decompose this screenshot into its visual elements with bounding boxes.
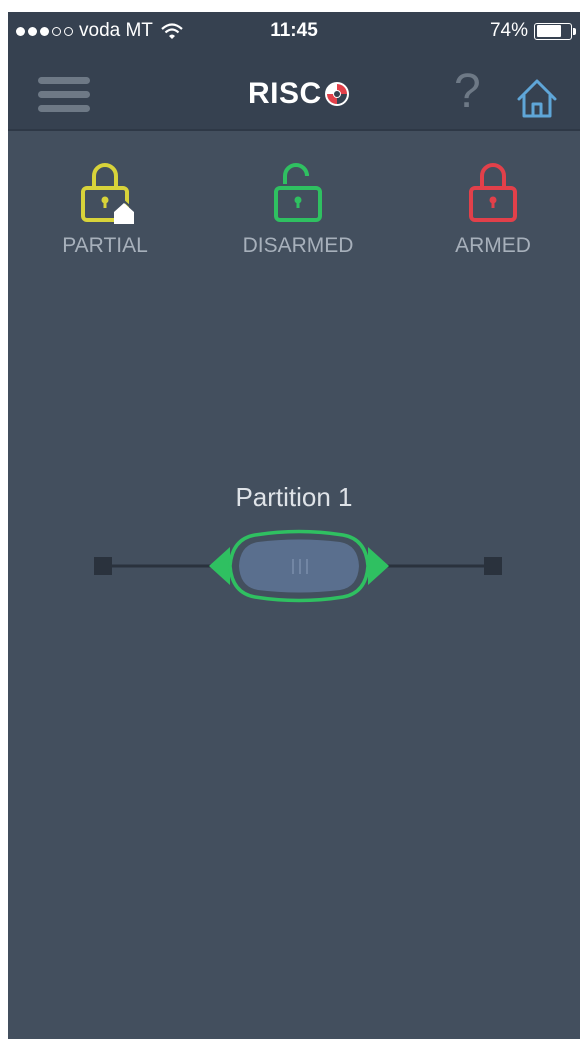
risco-logo: RISC [248, 77, 351, 111]
state-label: PARTIAL [62, 234, 148, 257]
slider-left-arrow-icon [209, 547, 230, 585]
partition-title: Partition 1 [235, 482, 353, 512]
armed-lock-icon [469, 163, 517, 222]
help-icon[interactable]: ? [454, 62, 481, 122]
battery-fill [536, 25, 561, 37]
logo-swirl-icon [324, 82, 349, 106]
slider-right-end[interactable] [484, 557, 502, 575]
nav-bar: RISC ? [8, 52, 580, 131]
menu-bar [38, 91, 90, 98]
state-label: DISARMED [242, 234, 354, 257]
partition-arm-slider[interactable] [8, 522, 580, 612]
home-icon[interactable] [516, 77, 558, 119]
status-bar: voda MT 11:45 74% [8, 12, 580, 52]
state-armed: ARMED [418, 162, 568, 258]
disarmed-unlock-icon [274, 163, 322, 222]
app-screen: voda MT 11:45 74% RISC ? PARTIAL DISARME… [8, 12, 580, 1039]
slider-left-end[interactable] [94, 557, 112, 575]
state-disarmed: DISARMED [223, 162, 373, 258]
logo-text: RISC [248, 77, 322, 110]
menu-icon[interactable] [38, 77, 90, 117]
battery-icon [534, 22, 576, 40]
partial-lock-icon [81, 163, 138, 224]
state-partial: PARTIAL [30, 162, 180, 258]
menu-bar [38, 77, 90, 84]
state-label: ARMED [455, 234, 531, 257]
menu-bar [38, 105, 90, 112]
battery-percent: 74% [489, 20, 528, 41]
slider-right-arrow-icon [368, 547, 389, 585]
status-right: 74% [489, 20, 576, 42]
battery-tip [573, 27, 576, 35]
slider-thumb[interactable] [239, 539, 359, 593]
